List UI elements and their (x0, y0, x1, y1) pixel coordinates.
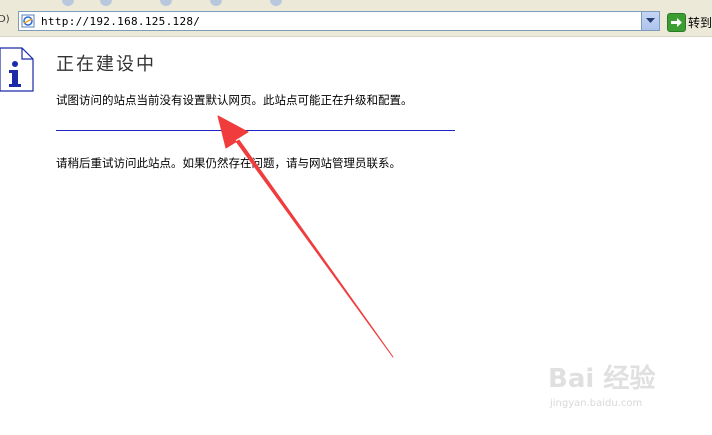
error-message: 试图访问的站点当前没有设置默认网页。此站点可能正在升级和配置。 (56, 93, 413, 107)
go-button[interactable] (667, 13, 686, 32)
help-message: 请稍后重试访问此站点。如果仍然存在问题，请与网站管理员联系。 (56, 156, 401, 170)
address-input[interactable]: http://192.168.125.128/ (18, 11, 660, 31)
arrow-right-icon (671, 18, 682, 27)
go-label[interactable]: 转到 (688, 14, 712, 31)
address-bar: D) http://192.168.125.128/ 转到 (0, 6, 712, 37)
address-dropdown-button[interactable] (641, 12, 659, 30)
address-url: http://192.168.125.128/ (41, 15, 201, 28)
info-icon (0, 47, 34, 92)
page-title: 正在建设中 (56, 54, 156, 75)
chevron-down-icon (646, 18, 655, 23)
address-label: D) (0, 14, 10, 25)
divider (56, 130, 455, 131)
watermark-logo: Bai 经验 (548, 364, 656, 394)
page-icon (21, 14, 35, 28)
watermark: Bai 经验 jingyan.baidu.com (548, 358, 708, 414)
watermark-url: jingyan.baidu.com (550, 398, 643, 409)
